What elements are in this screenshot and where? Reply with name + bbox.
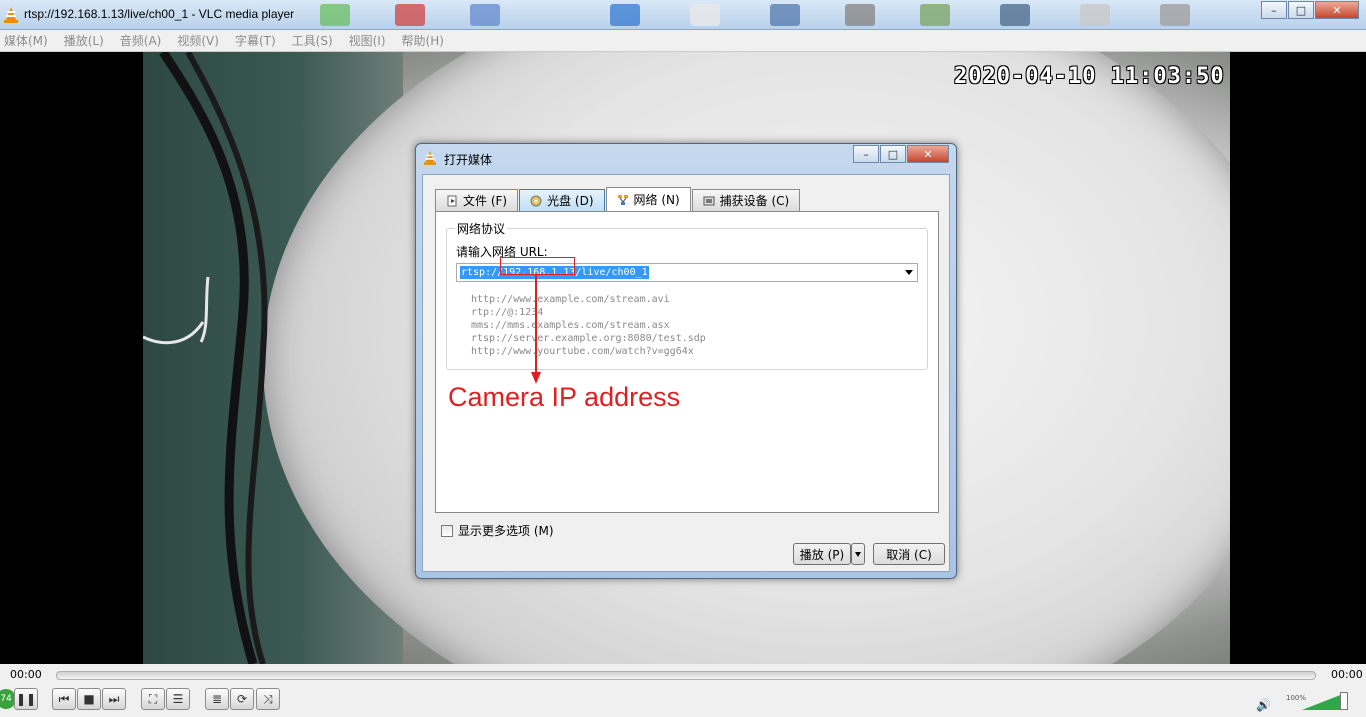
tab-file-label: 文件 (F): [463, 194, 508, 208]
example-line: mms://mms.examples.com/stream.asx: [471, 320, 670, 331]
example-line: rtsp://server.example.org:8080/test.sdp: [471, 333, 706, 344]
previous-icon: ⏮: [58, 691, 70, 706]
url-dropdown-arrow-icon[interactable]: [905, 270, 913, 275]
close-button[interactable]: ✕: [1315, 1, 1359, 19]
menu-view[interactable]: 视图(I): [349, 32, 386, 49]
total-time: 00:00: [1331, 668, 1363, 681]
title-bar: rtsp://192.168.1.13/live/ch00_1 - VLC me…: [0, 0, 1366, 30]
show-more-options-checkbox[interactable]: 显示更多选项 (M): [441, 522, 554, 539]
play-options-dropdown[interactable]: [851, 543, 865, 565]
playback-controls: 00:00 00:00 74 ❚❚ ⏮ ■ ⏭ ⛶ ☰ ≣ ⟳ ⤨ 🔊 100%: [0, 664, 1366, 717]
elapsed-time: 00:00: [10, 668, 42, 681]
url-examples: http://www.example.com/stream.avi rtp://…: [471, 293, 706, 358]
ip-highlight-box: [500, 257, 575, 275]
network-protocol-group: 网络协议 请输入网络 URL: rtsp://192.168.1.13/live…: [446, 220, 928, 370]
menu-audio[interactable]: 音频(A): [120, 32, 162, 49]
vlc-cone-icon: [424, 151, 436, 165]
extended-settings-button[interactable]: ☰: [166, 688, 190, 710]
open-media-dialog: 打开媒体 – □ ✕ 文件 (F) 光盘 (D) 网络 (N) 捕获设备 (C): [415, 143, 957, 579]
taskbar-thumbnails: [320, 4, 1260, 28]
example-line: http://www.example.com/stream.avi: [471, 294, 670, 305]
menu-help[interactable]: 帮助(H): [402, 32, 444, 49]
playlist-icon: ≣: [211, 692, 223, 706]
fullscreen-button[interactable]: ⛶: [141, 688, 165, 710]
stop-icon: ■: [83, 692, 95, 706]
annotation-label: Camera IP address: [448, 382, 681, 412]
menu-bar: 媒体(M) 播放(L) 音频(A) 视频(V) 字幕(T) 工具(S) 视图(I…: [0, 30, 1366, 52]
maximize-button[interactable]: □: [1288, 1, 1314, 19]
cancel-button[interactable]: 取消 (C): [873, 543, 945, 565]
vlc-cone-icon: [4, 7, 18, 23]
tab-capture-device-label: 捕获设备 (C): [719, 194, 790, 208]
seek-bar[interactable]: [56, 671, 1316, 680]
checkbox-box[interactable]: [441, 524, 453, 537]
example-line: http://www.yourtube.com/watch?v=gg64x: [471, 346, 694, 357]
menu-video[interactable]: 视频(V): [177, 32, 219, 49]
tab-capture-device[interactable]: 捕获设备 (C): [691, 189, 801, 211]
next-button[interactable]: ⏭: [102, 688, 126, 710]
window-controls: – □ ✕: [1261, 1, 1360, 19]
volume-knob[interactable]: [1340, 692, 1348, 710]
tab-network-label: 网络 (N): [633, 193, 680, 207]
menu-media[interactable]: 媒体(M): [4, 32, 48, 49]
tab-network[interactable]: 网络 (N): [605, 187, 691, 211]
show-more-options-label: 显示更多选项 (M): [458, 524, 554, 538]
menu-tools[interactable]: 工具(S): [292, 32, 333, 49]
previous-button[interactable]: ⏮: [52, 688, 76, 710]
tab-file[interactable]: 文件 (F): [435, 189, 519, 211]
dialog-minimize-button[interactable]: –: [853, 145, 879, 163]
shuffle-button[interactable]: ⤨: [256, 688, 280, 710]
loop-icon: ⟳: [236, 692, 248, 706]
minimize-button[interactable]: –: [1261, 1, 1287, 19]
tab-disc[interactable]: 光盘 (D): [519, 189, 605, 211]
dialog-client: 文件 (F) 光盘 (D) 网络 (N) 捕获设备 (C) 网络协议 请输入网络…: [422, 174, 950, 572]
tab-disc-label: 光盘 (D): [547, 194, 594, 208]
file-icon: [447, 195, 457, 206]
speaker-icon[interactable]: 🔊: [1256, 698, 1271, 712]
pause-icon: ❚❚: [15, 692, 37, 706]
fullscreen-icon: ⛶: [148, 691, 158, 706]
tab-strip: 文件 (F) 光盘 (D) 网络 (N) 捕获设备 (C): [435, 187, 801, 211]
dialog-maximize-button[interactable]: □: [880, 145, 906, 163]
play-button[interactable]: 播放 (P): [793, 543, 851, 565]
shuffle-icon: ⤨: [263, 691, 273, 706]
dialog-window-controls: – □ ✕: [853, 145, 950, 163]
capture-device-icon: [703, 196, 715, 205]
loop-button[interactable]: ⟳: [230, 688, 254, 710]
group-legend: 网络协议: [455, 220, 508, 237]
chevron-down-icon: [855, 551, 861, 557]
window-title: rtsp://192.168.1.13/live/ch00_1 - VLC me…: [24, 7, 295, 21]
next-icon: ⏭: [108, 691, 120, 706]
stop-button[interactable]: ■: [77, 688, 101, 710]
dialog-close-button[interactable]: ✕: [907, 145, 949, 163]
network-icon: [617, 194, 628, 205]
equalizer-icon: ☰: [172, 692, 184, 706]
osd-timestamp: 2020-04-10 11:03:50: [954, 64, 1225, 89]
disc-icon: [530, 195, 542, 206]
dialog-title: 打开媒体: [444, 153, 493, 167]
menu-subtitle[interactable]: 字幕(T): [235, 32, 276, 49]
pause-button[interactable]: ❚❚: [14, 688, 38, 710]
example-line: rtp://@:1234: [471, 307, 544, 318]
annotation-arrow-shaft: [535, 275, 537, 375]
menu-playback[interactable]: 播放(L): [64, 32, 104, 49]
playlist-button[interactable]: ≣: [205, 688, 229, 710]
